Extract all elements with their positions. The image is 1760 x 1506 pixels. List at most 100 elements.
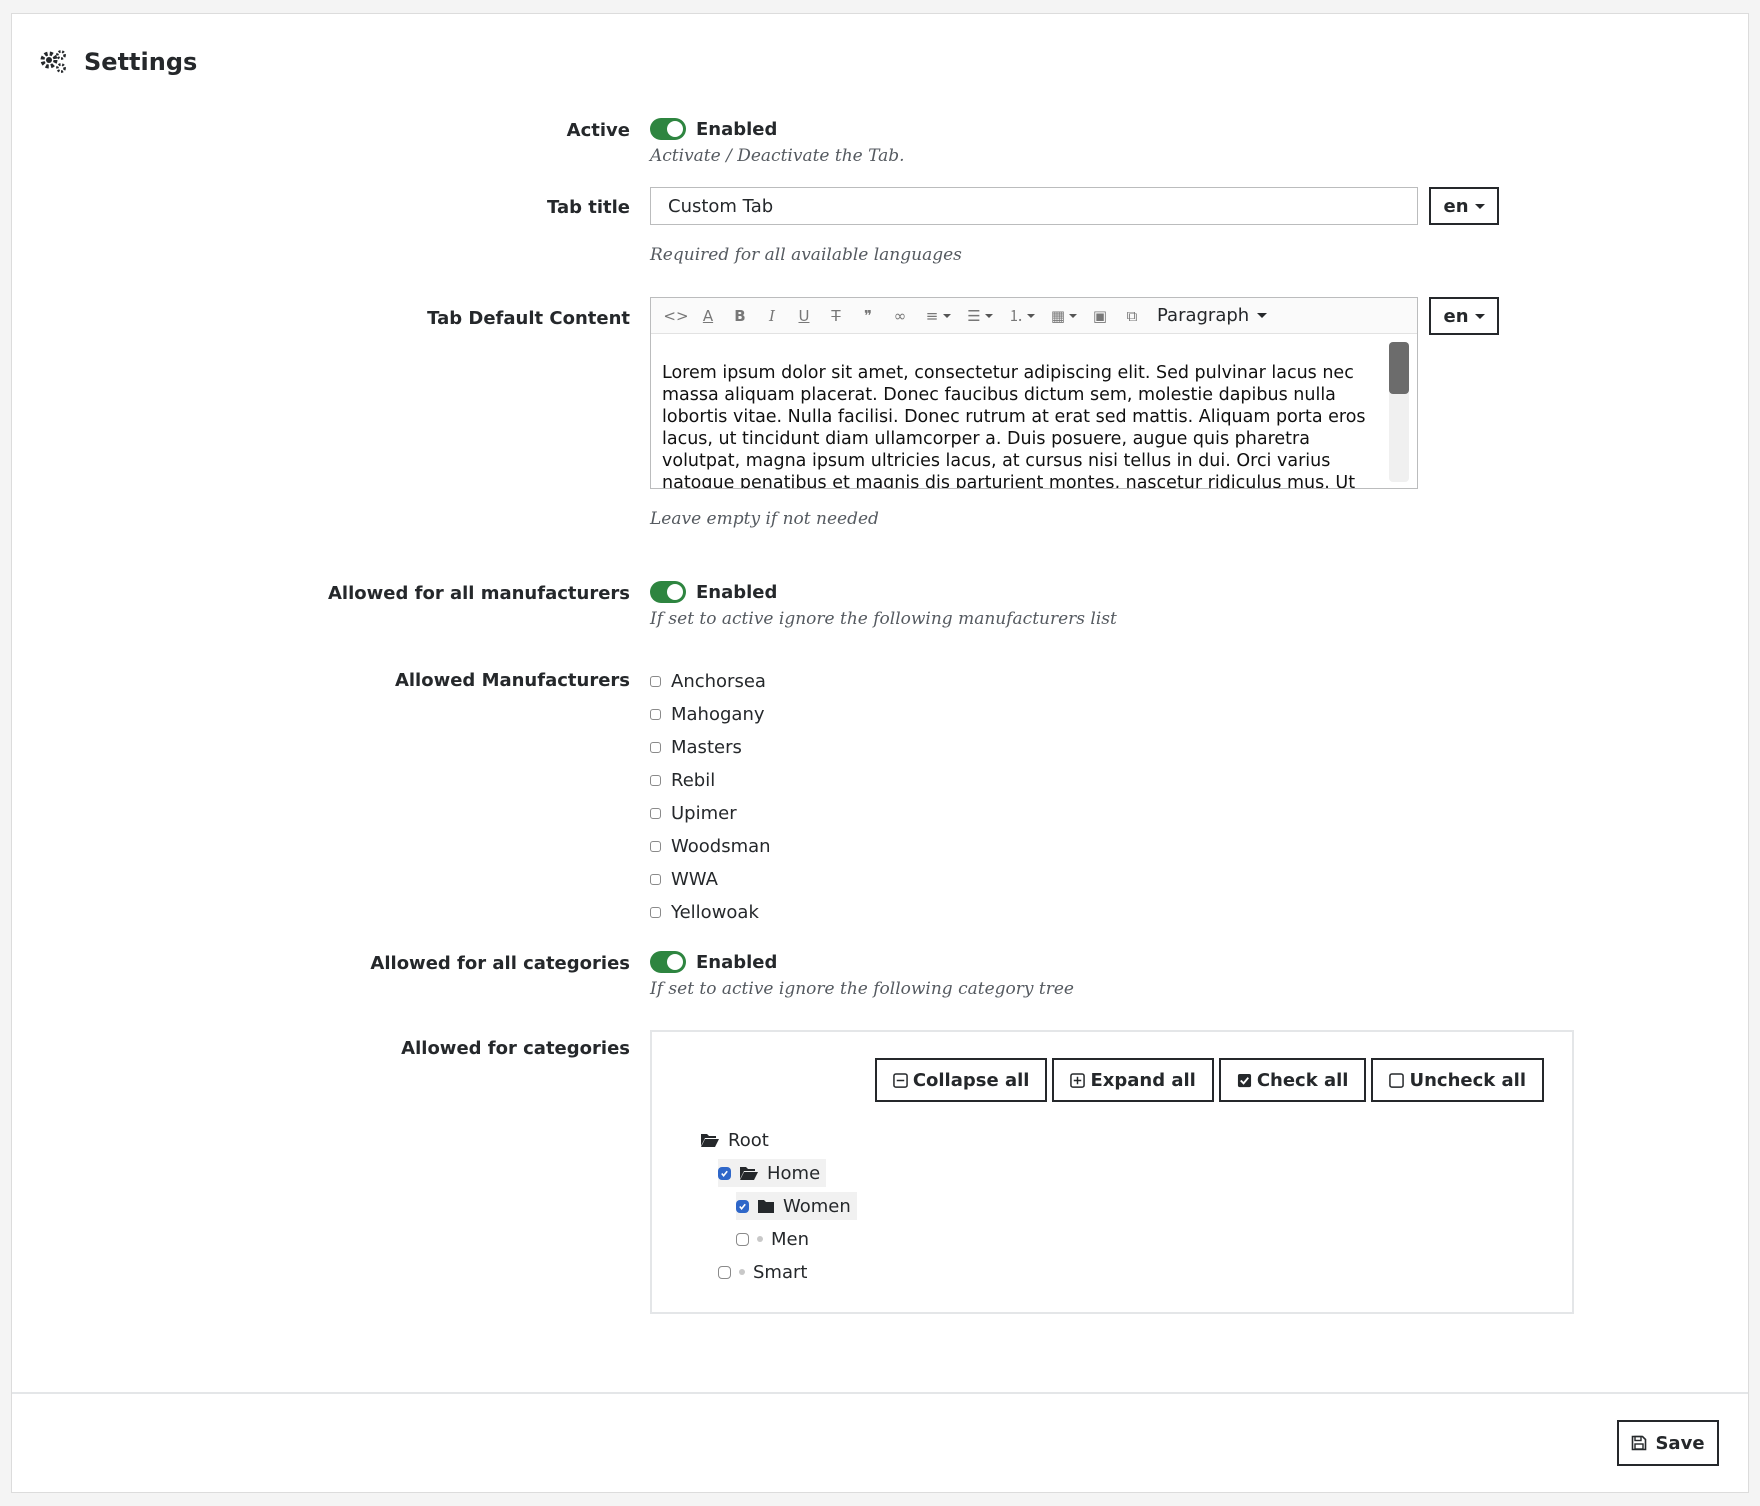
tab-content-lang: en xyxy=(1443,305,1469,327)
collapse-all-button[interactable]: Collapse all xyxy=(874,1058,1048,1102)
list-item[interactable]: Upimer xyxy=(650,802,771,824)
caret-down-icon xyxy=(1474,203,1485,209)
editor-toolbar: <> A B I U T ❞ ∞ ≡ ☰ ⒈ ▦ ▣ ⧉ Paragraph xyxy=(651,298,1417,334)
tree-node-label: Women xyxy=(783,1195,851,1217)
checkbox[interactable] xyxy=(650,873,661,885)
table-caret-icon[interactable] xyxy=(1069,313,1077,318)
active-help: Activate / Deactivate the Tab. xyxy=(650,146,905,166)
scrollbar-thumb[interactable] xyxy=(1389,342,1409,394)
numbered-caret-icon[interactable] xyxy=(1027,313,1035,318)
categories-label: Allowed for categories xyxy=(401,1038,630,1059)
tab-title-lang: en xyxy=(1443,195,1469,217)
check-all-button[interactable]: Check all xyxy=(1218,1058,1367,1102)
manufacturer-name: Woodsman xyxy=(671,835,771,857)
all-categories-label: Allowed for all categories xyxy=(370,953,630,974)
checkbox[interactable] xyxy=(650,675,661,687)
check-square-icon xyxy=(1237,1073,1251,1087)
list-item[interactable]: Anchorsea xyxy=(650,670,771,692)
all-manufacturers-help: If set to active ignore the following ma… xyxy=(650,609,1117,629)
expand-all-label: Expand all xyxy=(1090,1069,1196,1091)
align-caret-icon[interactable] xyxy=(943,313,951,318)
active-toggle[interactable] xyxy=(650,118,686,140)
tree-node-men[interactable]: Men xyxy=(736,1225,809,1253)
bold-icon[interactable]: B xyxy=(725,302,755,330)
editor-content[interactable]: Lorem ipsum dolor sit amet, consectetur … xyxy=(662,362,1390,488)
paragraph-dropdown[interactable]: Paragraph xyxy=(1157,305,1268,326)
manufacturer-name: Rebil xyxy=(671,769,716,791)
uncheck-all-label: Uncheck all xyxy=(1409,1069,1526,1091)
gears-icon xyxy=(40,50,66,73)
manufacturers-list: Anchorsea Mahogany Masters Rebil Upimer … xyxy=(650,670,771,923)
all-categories-help: If set to active ignore the following ca… xyxy=(650,979,1074,999)
category-tree: Collapse all Expand all Check all Unchec… xyxy=(650,1030,1574,1314)
media-icon[interactable]: ⧉ xyxy=(1117,302,1147,330)
tab-content-help: Leave empty if not needed xyxy=(650,509,879,529)
link-icon[interactable]: ∞ xyxy=(885,302,915,330)
checkbox[interactable] xyxy=(650,708,661,720)
italic-icon[interactable]: I xyxy=(757,302,787,330)
checkbox[interactable] xyxy=(718,1265,731,1279)
uncheck-all-button[interactable]: Uncheck all xyxy=(1371,1058,1544,1102)
tab-content-label: Tab Default Content xyxy=(427,308,630,329)
font-color-icon[interactable]: A xyxy=(693,302,723,330)
list-item[interactable]: Mahogany xyxy=(650,703,771,725)
tree-node-label: Root xyxy=(728,1129,769,1151)
check-all-label: Check all xyxy=(1256,1069,1349,1091)
checkbox[interactable] xyxy=(650,906,661,918)
leaf-dot-icon xyxy=(757,1236,763,1242)
checked-checkbox-icon[interactable] xyxy=(718,1166,731,1180)
manufacturer-name: WWA xyxy=(671,868,718,890)
checkbox[interactable] xyxy=(650,807,661,819)
tab-title-label: Tab title xyxy=(546,197,630,218)
tree-node-smart[interactable]: Smart xyxy=(718,1258,807,1286)
all-manufacturers-switch[interactable]: Enabled xyxy=(650,581,1117,603)
active-state: Enabled xyxy=(696,118,778,140)
checkbox[interactable] xyxy=(736,1232,749,1246)
underline-icon[interactable]: U xyxy=(789,302,819,330)
folder-open-icon xyxy=(740,1167,758,1180)
manufacturer-name: Masters xyxy=(671,736,742,758)
folder-open-icon xyxy=(701,1134,719,1147)
checked-checkbox-icon[interactable] xyxy=(736,1199,749,1213)
settings-panel: Settings Active Enabled Activate / Deact… xyxy=(11,13,1749,1493)
save-label: Save xyxy=(1655,1432,1705,1454)
list-item[interactable]: Masters xyxy=(650,736,771,758)
strikethrough-icon[interactable]: T xyxy=(821,302,851,330)
tab-title-input[interactable]: Custom Tab xyxy=(650,187,1418,225)
list-item[interactable]: WWA xyxy=(650,868,771,890)
manufacturer-name: Upimer xyxy=(671,802,737,824)
square-icon xyxy=(1389,1072,1405,1088)
all-categories-switch[interactable]: Enabled xyxy=(650,951,1074,973)
tree-node-home[interactable]: Home xyxy=(718,1159,827,1187)
quote-icon[interactable]: ❞ xyxy=(853,302,883,330)
checkbox[interactable] xyxy=(650,840,661,852)
panel-header: Settings xyxy=(38,42,197,82)
tab-title-lang-button[interactable]: en xyxy=(1429,187,1499,225)
all-categories-toggle[interactable] xyxy=(650,951,686,973)
tab-title-help: Required for all available languages xyxy=(650,245,962,265)
tree-node-women[interactable]: Women xyxy=(736,1192,857,1220)
rich-text-editor[interactable]: <> A B I U T ❞ ∞ ≡ ☰ ⒈ ▦ ▣ ⧉ Paragraph L… xyxy=(650,297,1418,489)
source-code-icon[interactable]: <> xyxy=(661,302,691,330)
all-manufacturers-toggle[interactable] xyxy=(650,581,686,603)
editor-scrollbar[interactable] xyxy=(1389,342,1409,482)
tree-node-label: Smart xyxy=(753,1261,808,1283)
tab-content-lang-button[interactable]: en xyxy=(1429,297,1499,335)
tree-node-root[interactable]: Root xyxy=(700,1126,769,1154)
list-item[interactable]: Woodsman xyxy=(650,835,771,857)
list-item[interactable]: Rebil xyxy=(650,769,771,791)
save-button[interactable]: Save xyxy=(1617,1420,1719,1466)
all-categories-state: Enabled xyxy=(696,951,778,973)
list-item[interactable]: Yellowoak xyxy=(650,901,771,923)
folder-icon xyxy=(758,1199,774,1213)
manufacturer-name: Mahogany xyxy=(671,703,765,725)
minus-square-icon xyxy=(893,1072,908,1088)
manufacturer-name: Yellowoak xyxy=(671,901,759,923)
expand-all-button[interactable]: Expand all xyxy=(1052,1058,1214,1102)
checkbox[interactable] xyxy=(650,774,661,786)
footer-divider xyxy=(12,1392,1748,1394)
image-icon[interactable]: ▣ xyxy=(1085,302,1115,330)
checkbox[interactable] xyxy=(650,741,661,753)
bullet-caret-icon[interactable] xyxy=(985,313,993,318)
active-switch[interactable]: Enabled xyxy=(650,118,905,140)
